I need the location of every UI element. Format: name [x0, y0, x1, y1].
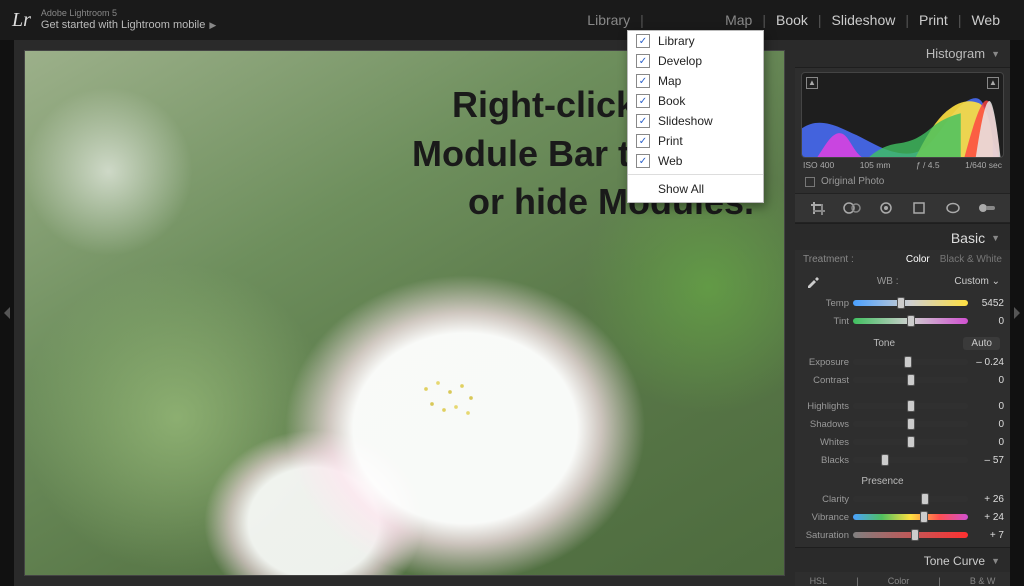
module-web[interactable]: Web [961, 12, 1010, 28]
module-context-menu[interactable]: ✓Library✓Develop✓Map✓Book✓Slideshow✓Prin… [627, 30, 764, 203]
check-icon: ✓ [636, 134, 650, 148]
hsl-header[interactable]: HSL| Color| B & W [795, 572, 1010, 586]
white-balance-row: WB : Custom ⌄ [795, 269, 1010, 293]
radial-filter-icon[interactable] [941, 198, 965, 218]
arrow-right-icon: ▶ [209, 20, 216, 31]
treatment-color[interactable]: Color [906, 254, 930, 265]
histogram[interactable]: ▲ ▲ [801, 72, 1004, 158]
slider-whites[interactable]: Whites0 [801, 434, 1004, 450]
slider-tint[interactable]: Tint0 [801, 313, 1004, 329]
redeye-tool-icon[interactable] [874, 198, 898, 218]
check-icon: ✓ [636, 74, 650, 88]
check-icon: ✓ [636, 54, 650, 68]
crop-tool-icon[interactable] [806, 198, 830, 218]
ctx-item-slideshow[interactable]: ✓Slideshow [628, 111, 763, 131]
right-panel-collapse[interactable] [1010, 40, 1024, 586]
slider-exposure[interactable]: Exposure– 0.24 [801, 354, 1004, 370]
top-bar: Lr Adobe Lightroom 5 Get started with Li… [0, 0, 1024, 40]
eyedropper-icon[interactable] [805, 273, 821, 289]
chevron-down-icon: ▼ [991, 49, 1000, 59]
adjustment-brush-icon[interactable] [975, 198, 999, 218]
treatment-row: Treatment : Color Black & White [795, 250, 1010, 269]
slider-clarity[interactable]: Clarity+ 26 [801, 491, 1004, 507]
check-icon: ✓ [636, 114, 650, 128]
ctx-item-map[interactable]: ✓Map [628, 71, 763, 91]
ctx-item-library[interactable]: ✓Library [628, 31, 763, 51]
module-print[interactable]: Print [909, 12, 958, 28]
tone-curve-header[interactable]: Tone Curve▼ [795, 547, 1010, 572]
lightroom-mobile-link[interactable]: Get started with Lightroom mobile [41, 19, 205, 32]
slider-saturation[interactable]: Saturation+ 7 [801, 527, 1004, 543]
slider-vibrance[interactable]: Vibrance+ 24 [801, 509, 1004, 525]
spot-removal-icon[interactable] [840, 198, 864, 218]
module-slideshow[interactable]: Slideshow [822, 12, 906, 28]
slider-temp[interactable]: Temp5452 [801, 295, 1004, 311]
ctx-item-print[interactable]: ✓Print [628, 131, 763, 151]
right-panel: Histogram▼ ▲ ▲ ISO 400 105 mm ƒ / 4.5 1/… [795, 40, 1010, 586]
module-library[interactable]: Library [577, 12, 640, 28]
check-icon: ✓ [636, 154, 650, 168]
slider-shadows[interactable]: Shadows0 [801, 416, 1004, 432]
chevron-down-icon: ▼ [991, 233, 1000, 243]
slider-highlights[interactable]: Highlights0 [801, 398, 1004, 414]
module-map[interactable]: Map [715, 12, 762, 28]
ctx-item-book[interactable]: ✓Book [628, 91, 763, 111]
app-title: Adobe Lightroom 5 [41, 8, 216, 19]
auto-tone-button[interactable]: Auto [963, 337, 1000, 350]
tone-subhead: Tone [805, 338, 963, 349]
left-panel-collapse[interactable] [0, 40, 14, 586]
histogram-meta: ISO 400 105 mm ƒ / 4.5 1/640 sec [795, 158, 1010, 172]
original-photo-toggle[interactable]: Original Photo [795, 172, 1010, 193]
module-book[interactable]: Book [766, 12, 818, 28]
slider-contrast[interactable]: Contrast0 [801, 372, 1004, 388]
histogram-header[interactable]: Histogram▼ [795, 40, 1010, 68]
ctx-item-web[interactable]: ✓Web [628, 151, 763, 171]
check-icon: ✓ [636, 94, 650, 108]
wb-dropdown[interactable]: Custom ⌄ [954, 276, 1000, 287]
presence-subhead: Presence [805, 476, 960, 487]
graduated-filter-icon[interactable] [907, 198, 931, 218]
treatment-bw[interactable]: Black & White [940, 254, 1002, 265]
check-icon: ✓ [636, 34, 650, 48]
checkbox-icon[interactable] [805, 177, 815, 187]
lr-logo: Lr [12, 9, 31, 32]
basic-header[interactable]: Basic▼ [795, 223, 1010, 250]
slider-blacks[interactable]: Blacks– 57 [801, 452, 1004, 468]
develop-tool-row [795, 193, 1010, 223]
ctx-item-develop[interactable]: ✓Develop [628, 51, 763, 71]
app-title-area: Adobe Lightroom 5 Get started with Light… [41, 8, 216, 32]
ctx-show-all[interactable]: Show All [628, 178, 763, 202]
